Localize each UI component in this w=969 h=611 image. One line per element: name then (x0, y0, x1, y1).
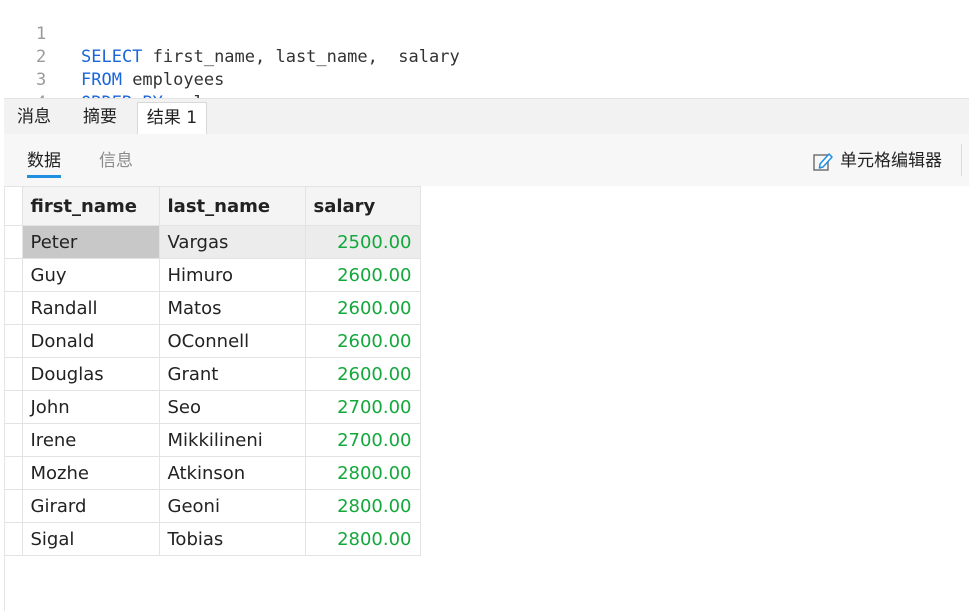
row-header[interactable] (5, 456, 23, 490)
cell-first-name[interactable]: Douglas (21, 357, 160, 391)
row-header[interactable] (5, 258, 23, 292)
row-header[interactable] (5, 357, 23, 391)
column-header-last-name[interactable]: last_name (158, 186, 306, 226)
column-header-salary[interactable]: salary (304, 186, 421, 226)
cell-editor-button[interactable]: 单元格编辑器 (810, 147, 942, 175)
cell-last-name[interactable]: Atkinson (158, 456, 306, 490)
cell-first-name[interactable]: John (21, 390, 160, 424)
row-header[interactable] (5, 390, 23, 424)
table-row[interactable]: Randall Matos 2600.00 (5, 291, 421, 325)
cell-first-name[interactable]: Randall (21, 291, 160, 325)
result-tabs-bar: 消息 摘要 结果 1 (4, 98, 969, 134)
cell-salary[interactable]: 2500.00 (304, 225, 421, 259)
cell-last-name[interactable]: Tobias (158, 522, 306, 556)
row-header-corner (5, 186, 23, 226)
cell-first-name[interactable]: Peter (21, 225, 160, 259)
table-row[interactable]: Mozhe Atkinson 2800.00 (5, 456, 421, 490)
cell-salary[interactable]: 2700.00 (304, 390, 421, 424)
table-row[interactable]: Guy Himuro 2600.00 (5, 258, 421, 292)
cell-salary[interactable]: 2600.00 (304, 324, 421, 358)
cell-first-name[interactable]: Sigal (21, 522, 160, 556)
table-row[interactable]: Peter Vargas 2500.00 (5, 225, 421, 259)
row-header[interactable] (5, 489, 23, 523)
toolbar-divider (961, 144, 962, 176)
cell-first-name[interactable]: Girard (21, 489, 160, 523)
cell-last-name[interactable]: Vargas (158, 225, 306, 259)
code-line: 2 FROM employees (0, 23, 224, 90)
cell-last-name[interactable]: Matos (158, 291, 306, 325)
header-row: first_name last_name salary (5, 186, 421, 226)
cell-salary[interactable]: 2600.00 (304, 357, 421, 391)
code-line: 4 LIMIT 10 OFFSET 10; (0, 69, 277, 136)
tab-result-1[interactable]: 结果 1 (137, 102, 207, 134)
cell-last-name[interactable]: Himuro (158, 258, 306, 292)
cell-salary[interactable]: 2600.00 (304, 258, 421, 292)
tab-data[interactable]: 数据 (27, 146, 61, 178)
cell-first-name[interactable]: Mozhe (21, 456, 160, 490)
cell-salary[interactable]: 2800.00 (304, 522, 421, 556)
cell-salary[interactable]: 2700.00 (304, 423, 421, 457)
cell-first-name[interactable]: Irene (21, 423, 160, 457)
result-toolbar: 数据 信息 单元格编辑器 (4, 134, 969, 186)
cell-salary[interactable]: 2800.00 (304, 456, 421, 490)
cell-last-name[interactable]: Grant (158, 357, 306, 391)
row-header[interactable] (5, 225, 23, 259)
sql-keyword: FROM (81, 70, 122, 90)
row-header[interactable] (5, 291, 23, 325)
cell-editor-label: 单元格编辑器 (840, 151, 942, 171)
code-line: 1 SELECT first_name, last_name, salary (0, 0, 460, 67)
table-row[interactable]: John Seo 2700.00 (5, 390, 421, 424)
table-row[interactable]: Donald OConnell 2600.00 (5, 324, 421, 358)
cell-first-name[interactable]: Guy (21, 258, 160, 292)
table-row[interactable]: Douglas Grant 2600.00 (5, 357, 421, 391)
table-row[interactable]: Irene Mikkilineni 2700.00 (5, 423, 421, 457)
row-header[interactable] (5, 423, 23, 457)
code-line: 3 ORDER BY salary (0, 46, 235, 113)
code-text: FROM employees (81, 69, 224, 92)
data-grid-area: first_name last_name salary Peter Vargas… (4, 186, 969, 611)
cell-last-name[interactable]: Mikkilineni (158, 423, 306, 457)
sql-text: first_name, last_name, salary (142, 47, 460, 67)
cell-last-name[interactable]: Geoni (158, 489, 306, 523)
table-row[interactable]: Girard Geoni 2800.00 (5, 489, 421, 523)
tab-messages[interactable]: 消息 (4, 102, 64, 133)
sql-editor[interactable]: 1 SELECT first_name, last_name, salary 2… (0, 0, 969, 136)
cell-first-name[interactable]: Donald (21, 324, 160, 358)
cell-salary[interactable]: 2600.00 (304, 291, 421, 325)
cell-last-name[interactable]: OConnell (158, 324, 306, 358)
data-grid: first_name last_name salary Peter Vargas… (5, 186, 421, 556)
row-header[interactable] (5, 324, 23, 358)
cell-salary[interactable]: 2800.00 (304, 489, 421, 523)
sql-text: employees (121, 70, 225, 90)
tab-summary[interactable]: 摘要 (68, 102, 132, 133)
tab-info[interactable]: 信息 (99, 146, 133, 178)
edit-icon (813, 153, 833, 171)
sql-keyword: SELECT (81, 47, 143, 67)
table-row[interactable]: Sigal Tobias 2800.00 (5, 522, 421, 556)
column-header-first-name[interactable]: first_name (21, 186, 160, 226)
row-header[interactable] (5, 522, 23, 556)
cell-last-name[interactable]: Seo (158, 390, 306, 424)
code-text: SELECT first_name, last_name, salary (81, 46, 460, 69)
